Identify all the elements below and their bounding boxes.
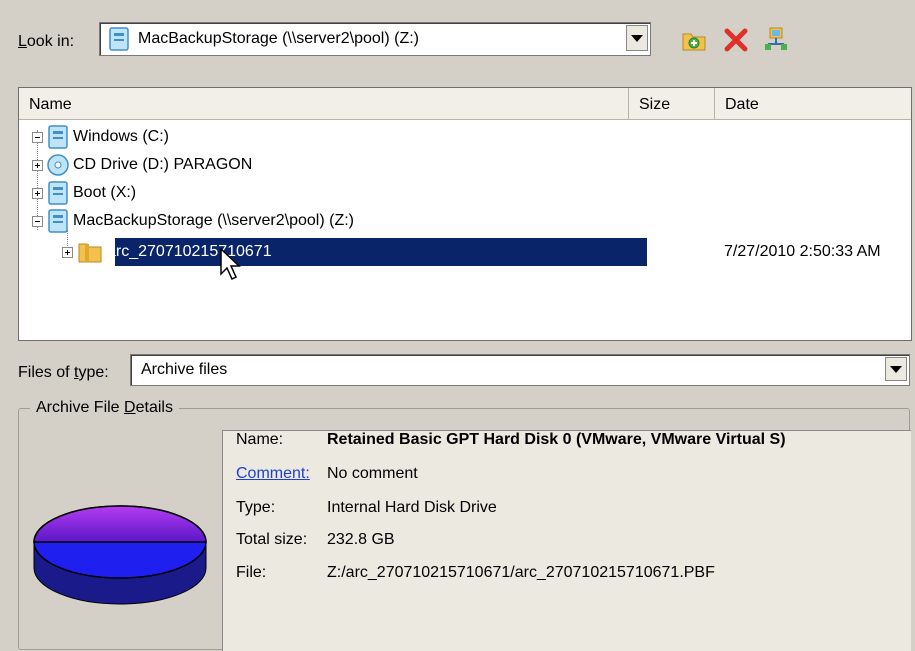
total-size-label: Total size: xyxy=(236,531,308,548)
expand-toggle[interactable] xyxy=(32,159,43,171)
tree-item-label: arc_270710215710671 xyxy=(107,243,272,260)
disk-pie-icon xyxy=(30,496,210,626)
file-value: Z:/arc_270710215710671/arc_2707102157106… xyxy=(327,564,715,581)
files-of-type-label: Files of type: xyxy=(18,364,109,381)
file-label: File: xyxy=(236,564,267,581)
tree-item-boot[interactable]: Boot (X:) xyxy=(32,180,136,206)
network-drive-icon xyxy=(108,27,130,56)
comment-value: No comment xyxy=(327,465,418,482)
drive-icon xyxy=(48,125,68,149)
type-label: Type: xyxy=(236,499,276,516)
total-size-value: 232.8 GB xyxy=(327,531,395,548)
look-in-label: Look in: xyxy=(18,33,75,50)
files-of-type-value: Archive files xyxy=(141,361,228,378)
file-tree-list[interactable]: Name Size Date Windows (C:) CD Drive (D:… xyxy=(18,87,912,341)
look-in-dropdown-button[interactable] xyxy=(626,25,648,51)
network-icon[interactable] xyxy=(762,26,790,54)
column-header-name[interactable]: Name xyxy=(19,88,629,120)
look-in-combo[interactable]: MacBackupStorage (\\server2\pool) (Z:) xyxy=(99,22,651,56)
type-value: Internal Hard Disk Drive xyxy=(327,499,497,516)
network-drive-icon xyxy=(48,209,68,233)
tree-item-macbackupstorage[interactable]: MacBackupStorage (\\server2\pool) (Z:) xyxy=(32,208,354,234)
column-header-date[interactable]: Date xyxy=(715,88,911,120)
delete-icon[interactable] xyxy=(722,26,750,54)
tree-item-cd-drive[interactable]: CD Drive (D:) PARAGON xyxy=(32,152,252,178)
archive-details-title: Archive File Details xyxy=(30,399,179,417)
name-value: Retained Basic GPT Hard Disk 0 (VMware, … xyxy=(327,431,786,448)
expand-toggle[interactable] xyxy=(32,187,43,199)
collapse-toggle[interactable] xyxy=(32,131,43,143)
chevron-down-icon xyxy=(631,34,643,42)
archive-date: 7/27/2010 2:50:33 AM xyxy=(724,243,881,260)
chevron-down-icon xyxy=(890,365,902,373)
tree-item-label: Boot (X:) xyxy=(73,184,137,201)
collapse-toggle[interactable] xyxy=(32,215,43,227)
folder-icon xyxy=(78,243,102,263)
archive-details-panel xyxy=(222,430,911,651)
files-of-type-combo[interactable]: Archive files xyxy=(130,354,910,386)
look-in-value: MacBackupStorage (\\server2\pool) (Z:) xyxy=(138,30,419,47)
tree-item-label: Windows (C:) xyxy=(73,128,170,145)
tree-item-label: CD Drive (D:) PARAGON xyxy=(73,156,253,173)
new-folder-icon[interactable] xyxy=(680,26,708,54)
mouse-pointer-icon xyxy=(220,247,242,287)
comment-link[interactable]: Comment: xyxy=(236,465,310,483)
cd-drive-icon xyxy=(47,154,69,176)
tree-item-windows[interactable]: Windows (C:) xyxy=(32,124,169,150)
expand-toggle[interactable] xyxy=(62,246,73,258)
files-of-type-dropdown-button[interactable] xyxy=(885,357,907,381)
column-header-size[interactable]: Size xyxy=(629,88,715,120)
name-label: Name: xyxy=(236,431,284,448)
drive-icon xyxy=(48,181,68,205)
tree-item-label: MacBackupStorage (\\server2\pool) (Z:) xyxy=(73,212,354,229)
